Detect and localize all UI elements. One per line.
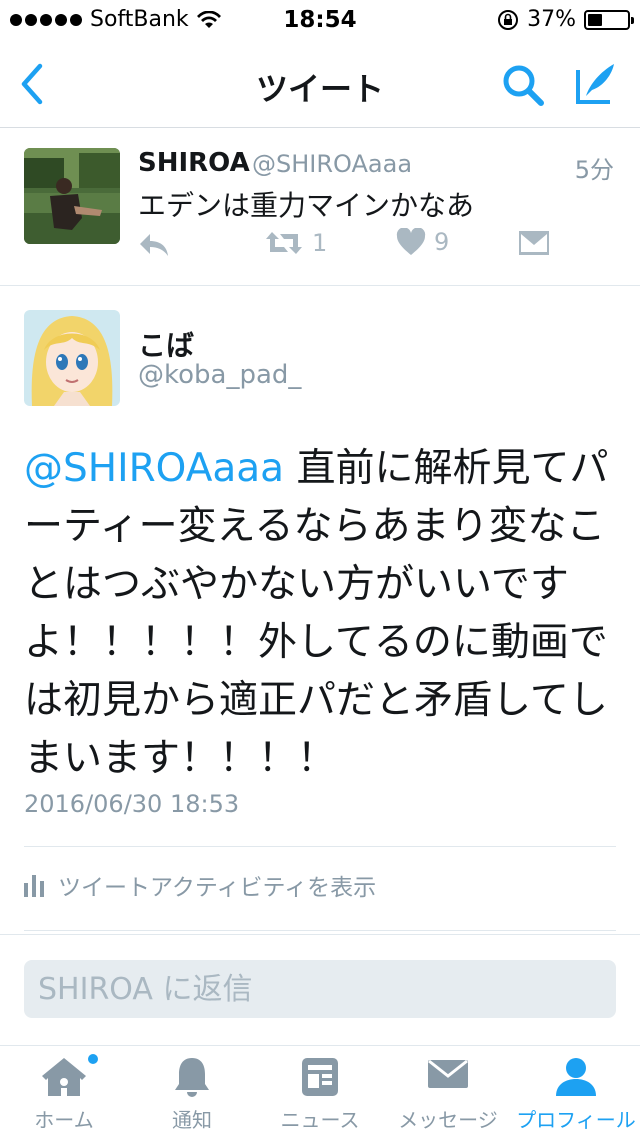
- bar-chart-icon: [24, 875, 44, 897]
- tweet-text: エデンは重力マインかなあ: [138, 189, 475, 222]
- heart-icon: [396, 228, 426, 255]
- activity-label: ツイートアクティビティを表示: [58, 875, 377, 901]
- divider: [24, 930, 616, 931]
- tweet-timestamp: 2016/06/30 18:53: [24, 790, 240, 818]
- home-icon: [42, 1058, 86, 1096]
- bell-icon: [175, 1058, 209, 1097]
- author-name[interactable]: こば: [138, 324, 194, 364]
- tweet-body: 直前に解析見てパーティー変えるならあまり変なことはつぶやかない方がいいですよ！！…: [24, 446, 609, 781]
- envelope-icon: [519, 231, 549, 255]
- author-handle[interactable]: @SHIROAaaa: [252, 150, 412, 178]
- tweet-actions: 1 9: [138, 226, 618, 270]
- compose-tweet-icon[interactable]: [574, 60, 618, 106]
- like-button[interactable]: 9: [396, 228, 449, 256]
- reply-button[interactable]: [138, 232, 170, 258]
- tab-news[interactable]: ニュース: [256, 1046, 384, 1136]
- tab-label: メッセージ: [398, 1108, 498, 1132]
- battery-percent: 37%: [527, 7, 576, 32]
- status-bar: SoftBank 18:54 37%: [0, 0, 640, 40]
- tab-label: 通知: [172, 1108, 212, 1132]
- envelope-icon: [428, 1059, 468, 1088]
- previous-tweet[interactable]: SHIROA @SHIROAaaa 5分 エデンは重力マインかなあ 1 9: [0, 128, 640, 286]
- status-right: 37%: [497, 7, 634, 32]
- person-icon: [556, 1058, 596, 1096]
- tab-label: ニュース: [280, 1108, 360, 1132]
- author-name[interactable]: SHIROA: [138, 148, 250, 178]
- like-count: 9: [434, 228, 450, 256]
- avatar[interactable]: [24, 148, 120, 244]
- navigation-bar: ツイート: [0, 40, 640, 128]
- tab-bar: ホーム 通知 ニュース メッセージ プロフィール: [0, 1045, 640, 1136]
- mention-link[interactable]: @SHIROAaaa: [24, 446, 284, 491]
- reply-bar: [0, 935, 640, 1045]
- tab-label: ホーム: [34, 1108, 94, 1132]
- tab-profile[interactable]: プロフィール: [512, 1046, 640, 1136]
- retweet-button[interactable]: 1: [264, 228, 327, 258]
- avatar-anime-girl: [24, 310, 120, 406]
- tab-home[interactable]: ホーム: [0, 1046, 128, 1136]
- rotation-lock-icon: [498, 9, 519, 30]
- avatar[interactable]: [24, 310, 120, 406]
- tweet-activity-link[interactable]: ツイートアクティビティを表示: [24, 868, 376, 902]
- tweet-text: @SHIROAaaa 直前に解析見てパーティー変えるならあまり変なことはつぶやか…: [24, 440, 616, 788]
- avatar-photo: [24, 148, 120, 244]
- retweet-count: 1: [312, 229, 328, 257]
- author-handle[interactable]: @koba_pad_: [138, 360, 301, 390]
- divider: [24, 846, 616, 847]
- retweet-icon: [266, 232, 302, 254]
- reply-icon: [140, 234, 168, 256]
- tweet-time: 5分: [574, 156, 614, 184]
- tab-messages[interactable]: メッセージ: [384, 1046, 512, 1136]
- tab-notifications[interactable]: 通知: [128, 1046, 256, 1136]
- news-icon: [302, 1058, 338, 1096]
- notification-dot: [88, 1054, 98, 1064]
- battery-icon: [584, 9, 634, 30]
- direct-message-button[interactable]: [518, 230, 550, 256]
- tab-label: プロフィール: [516, 1108, 636, 1132]
- search-icon[interactable]: [500, 62, 546, 108]
- reply-input[interactable]: [24, 960, 616, 1018]
